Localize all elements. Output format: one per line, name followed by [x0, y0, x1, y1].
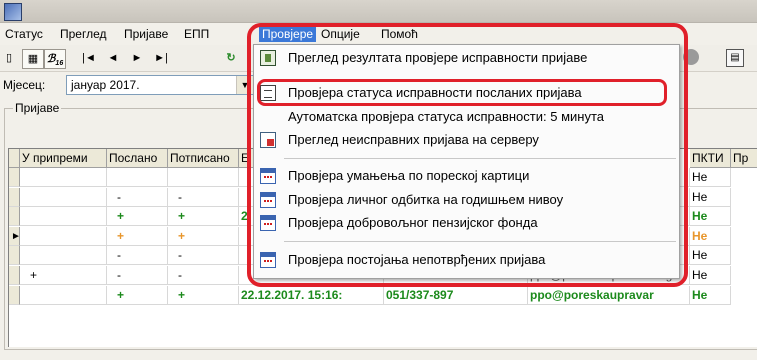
cell-pkti: Не [690, 168, 731, 187]
cell-date: 22.12.2017. 15:16: [239, 285, 384, 305]
red-annotation-highlight [257, 79, 667, 106]
col-header-sent[interactable]: Послано [107, 149, 168, 168]
toolbar-grid-icon[interactable]: ▦ [22, 49, 44, 69]
table-row[interactable]: + +22.12.2017. 15:16: 051/337-897 ppo@pores… [9, 285, 757, 305]
refresh-icon[interactable]: ↻ [222, 49, 240, 67]
report-icon[interactable]: ▤ [726, 49, 744, 67]
cell-pkti: Не [690, 187, 731, 207]
toolbar-b16-icon[interactable]: ℬ16 [44, 49, 66, 69]
cell-email: ppo@poreskaupravar [528, 285, 690, 305]
menu-returns[interactable]: Пријаве [121, 26, 171, 42]
row-header[interactable] [9, 246, 20, 266]
title-bar [0, 0, 757, 23]
row-header[interactable] [9, 285, 20, 305]
toolbar-b16-badge: 16 [55, 60, 64, 68]
cell-pkti: Не [690, 285, 731, 305]
app-icon [4, 3, 22, 21]
cell-p: + [107, 226, 168, 246]
menu-status[interactable]: Статус [2, 26, 46, 42]
cell-s: - [168, 266, 239, 285]
nav-first-button[interactable]: |◄ [80, 49, 98, 67]
menu-view[interactable]: Преглед [57, 26, 110, 42]
cell-u [20, 285, 107, 305]
col-header-preparing[interactable]: У припреми [20, 149, 107, 168]
nav-next-button[interactable]: ► [128, 49, 146, 67]
cell-u [20, 168, 107, 187]
cell-s [168, 168, 239, 187]
toolbar-new-icon[interactable]: ▯ [2, 49, 16, 67]
cell-p: - [107, 187, 168, 207]
red-annotation-outline [247, 23, 688, 287]
nav-last-button[interactable]: ►| [152, 49, 170, 67]
col-header-pr[interactable]: Пр [731, 149, 757, 168]
cell-p: + [107, 207, 168, 227]
cell-u [20, 226, 107, 246]
cell-pkti: Не [690, 246, 731, 266]
cell-p [107, 168, 168, 187]
cell-pkti: Не [690, 266, 731, 285]
menu-epp[interactable]: ЕПП [181, 26, 212, 42]
returns-group-label: Пријаве [13, 101, 62, 115]
month-label: Мјесец: [3, 78, 46, 92]
row-header[interactable] [9, 187, 20, 207]
cell-p: - [107, 266, 168, 285]
cell-s: + [168, 207, 239, 227]
cell-pkti: Не [690, 207, 731, 227]
cell-s: - [168, 187, 239, 207]
cell-s: + [168, 285, 239, 305]
row-header[interactable] [9, 207, 20, 227]
cell-pkti: Не [690, 226, 731, 246]
col-header-pkti[interactable]: ПКТИ [690, 149, 731, 168]
row-header[interactable] [9, 266, 20, 285]
grid-corner [9, 149, 20, 168]
month-select-value: јануар 2017. [71, 78, 140, 92]
row-header[interactable]: ► [9, 226, 20, 246]
cell-p: - [107, 246, 168, 266]
month-select[interactable]: јануар 2017. ▼ [66, 75, 254, 95]
cell-u [20, 187, 107, 207]
cell-s: - [168, 246, 239, 266]
cell-p: + [107, 285, 168, 305]
col-header-signed[interactable]: Потписано [168, 149, 239, 168]
nav-prev-button[interactable]: ◄ [104, 49, 122, 67]
row-header[interactable] [9, 168, 20, 187]
cell-phone: 051/337-897 [384, 285, 528, 305]
cell-s: + [168, 226, 239, 246]
cell-u: + [20, 266, 107, 285]
cell-u [20, 207, 107, 227]
cell-u [20, 246, 107, 266]
